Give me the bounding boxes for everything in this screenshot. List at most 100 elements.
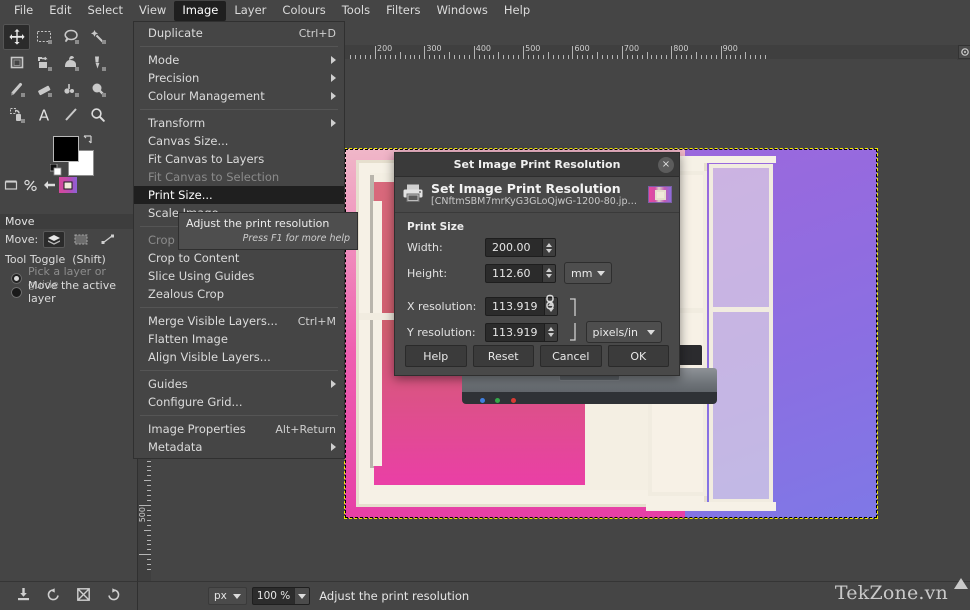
menu-item-label: Print Size... bbox=[148, 188, 213, 202]
width-stepper[interactable] bbox=[542, 239, 555, 256]
swap-colours-icon[interactable] bbox=[82, 134, 94, 146]
move-tool[interactable] bbox=[3, 24, 30, 50]
fuzzy-select-tool[interactable] bbox=[84, 24, 111, 50]
unit-select[interactable]: px bbox=[208, 587, 247, 605]
move-selection-mode-button[interactable] bbox=[70, 231, 92, 248]
x-resolution-value: 113.919 bbox=[492, 300, 538, 313]
menu-item-precision[interactable]: Precision bbox=[134, 69, 344, 87]
menu-edit[interactable]: Edit bbox=[41, 1, 79, 21]
ruler-tick-label: 500 bbox=[138, 507, 147, 523]
menu-item-align-visible-layers[interactable]: Align Visible Layers... bbox=[134, 348, 344, 366]
window-leaf-right bbox=[709, 163, 774, 504]
printer-icon bbox=[402, 183, 424, 206]
perspective-clone-tool[interactable] bbox=[3, 102, 30, 128]
close-icon[interactable]: × bbox=[658, 157, 674, 173]
reset-tool-options-icon[interactable] bbox=[106, 587, 121, 605]
scroll-up-arrow-icon[interactable] bbox=[954, 578, 968, 589]
menu-item-merge-visible-layers[interactable]: Merge Visible Layers... Ctrl+M bbox=[134, 312, 344, 330]
menu-item-fit-canvas-to-layers[interactable]: Fit Canvas to Layers bbox=[134, 150, 344, 168]
size-unit-select[interactable]: mm bbox=[564, 262, 613, 284]
option-move-active-layer[interactable]: Move the active layer bbox=[11, 279, 137, 305]
menu-tools[interactable]: Tools bbox=[334, 1, 378, 21]
menu-item-accelerator: Ctrl+D bbox=[298, 26, 336, 40]
width-label: Width: bbox=[407, 241, 443, 254]
bucket-fill-tool[interactable] bbox=[57, 50, 84, 76]
menu-item-image-properties[interactable]: Image Properties Alt+Return bbox=[134, 420, 344, 438]
menu-view[interactable]: View bbox=[131, 1, 174, 21]
menu-item-label: Crop to Content bbox=[148, 251, 240, 265]
paintbrush-tool[interactable] bbox=[3, 76, 30, 102]
restore-tool-options-icon[interactable] bbox=[46, 587, 61, 605]
width-input[interactable]: 200.00 bbox=[485, 238, 556, 257]
menu-item-canvas-size[interactable]: Canvas Size... bbox=[134, 132, 344, 150]
free-select-tool[interactable] bbox=[57, 24, 84, 50]
menu-item-label: Fit Canvas to Layers bbox=[148, 152, 265, 166]
menu-filters[interactable]: Filters bbox=[378, 1, 428, 21]
menu-image[interactable]: Image bbox=[174, 0, 227, 21]
menu-item-guides[interactable]: Guides bbox=[134, 375, 344, 393]
zoom-image-window-icon[interactable] bbox=[958, 45, 970, 59]
height-input[interactable]: 112.60 bbox=[485, 263, 556, 283]
dialog-titlebar[interactable]: Set Image Print Resolution × bbox=[395, 153, 679, 177]
menu-file[interactable]: File bbox=[6, 1, 41, 21]
reset-button[interactable]: Reset bbox=[472, 345, 534, 367]
zoom-dropdown-button[interactable] bbox=[294, 588, 310, 604]
smudge-tool[interactable] bbox=[57, 76, 84, 102]
chevron-down-icon bbox=[646, 329, 655, 335]
menu-select[interactable]: Select bbox=[80, 1, 131, 21]
rectangle-select-tool[interactable] bbox=[30, 24, 57, 50]
zoom-tool[interactable] bbox=[84, 102, 111, 128]
menu-layer[interactable]: Layer bbox=[226, 1, 274, 21]
menu-colours[interactable]: Colours bbox=[274, 1, 333, 21]
help-button[interactable]: Help bbox=[405, 345, 467, 367]
foreground-colour-swatch[interactable] bbox=[53, 136, 79, 162]
save-tool-options-icon[interactable] bbox=[16, 587, 31, 605]
menu-item-crop-to-content[interactable]: Crop to Content bbox=[134, 249, 344, 267]
menu-item-mode[interactable]: Mode bbox=[134, 51, 344, 69]
delete-tool-options-icon[interactable] bbox=[76, 587, 91, 605]
menu-item-transform[interactable]: Transform bbox=[134, 114, 344, 132]
menu-item-print-size[interactable]: Print Size... bbox=[134, 186, 344, 204]
height-stepper[interactable] bbox=[542, 264, 555, 282]
x-resolution-row: X resolution: 113.919 bbox=[407, 297, 669, 316]
menu-item-slice-using-guides[interactable]: Slice Using Guides bbox=[134, 267, 344, 285]
menu-item-label: Slice Using Guides bbox=[148, 269, 255, 283]
menu-help[interactable]: Help bbox=[496, 1, 538, 21]
menu-item-label: Align Visible Layers... bbox=[148, 350, 271, 364]
chevron-down-icon bbox=[232, 593, 241, 599]
chain-top bbox=[566, 297, 580, 316]
menu-windows[interactable]: Windows bbox=[429, 1, 496, 21]
toolbox: A Move Move: Tool Toggle (Shift) Pick a … bbox=[0, 21, 138, 581]
menu-item-metadata[interactable]: Metadata bbox=[134, 438, 344, 456]
default-colours-icon[interactable] bbox=[49, 163, 62, 176]
chain-link-icon[interactable] bbox=[543, 294, 557, 310]
move-layer-mode-button[interactable] bbox=[43, 231, 66, 248]
gradient-tool[interactable] bbox=[84, 50, 111, 76]
clone-tool[interactable] bbox=[84, 76, 111, 102]
move-path-mode-button[interactable] bbox=[97, 231, 119, 248]
pattern-indicator[interactable] bbox=[21, 177, 39, 193]
image-thumbnail-indicator[interactable] bbox=[59, 177, 77, 193]
ok-button[interactable]: OK bbox=[607, 345, 669, 367]
height-label: Height: bbox=[407, 266, 448, 280]
menu-item-duplicate[interactable]: Duplicate Ctrl+D bbox=[134, 24, 344, 42]
crop-tool[interactable] bbox=[3, 50, 30, 76]
menu-item-colour-management[interactable]: Colour Management bbox=[134, 87, 344, 105]
brush-indicator[interactable] bbox=[2, 177, 20, 193]
eraser-tool[interactable] bbox=[30, 76, 57, 102]
menu-item-zealous-crop[interactable]: Zealous Crop bbox=[134, 285, 344, 303]
zoom-input[interactable]: 100 % bbox=[251, 587, 311, 605]
ruler-tick-label: 300 bbox=[426, 45, 442, 53]
measure-tool[interactable] bbox=[57, 102, 84, 128]
cancel-button[interactable]: Cancel bbox=[540, 345, 602, 367]
ruler-tick-label: 500 bbox=[525, 45, 541, 53]
menu-item-configure-grid[interactable]: Configure Grid... bbox=[134, 393, 344, 411]
text-tool[interactable]: A bbox=[30, 102, 57, 128]
gradient-indicator[interactable] bbox=[40, 177, 58, 193]
image-thumbnail bbox=[648, 186, 672, 203]
tool-options-mode-row: Move: bbox=[5, 231, 119, 248]
menu-item-accelerator: Alt+Return bbox=[275, 422, 336, 436]
menu-item-flatten-image[interactable]: Flatten Image bbox=[134, 330, 344, 348]
chevron-right-icon bbox=[331, 380, 336, 388]
warp-transform-tool[interactable] bbox=[30, 50, 57, 76]
